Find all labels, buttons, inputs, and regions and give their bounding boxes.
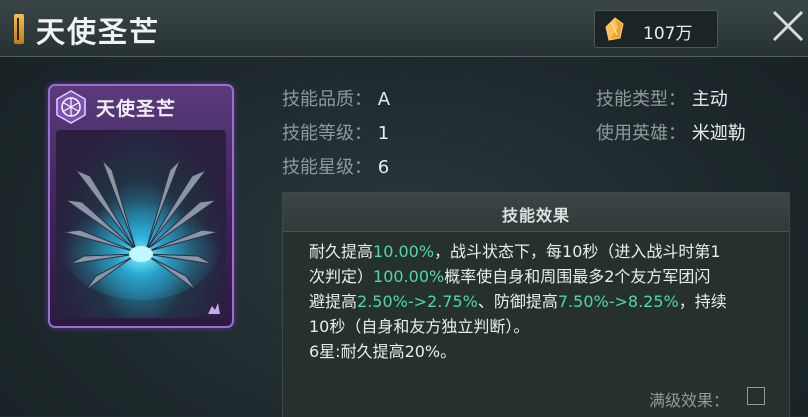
stat-hero-value: 米迦勒	[691, 123, 746, 144]
effect-line: 次判定）100.00%概率使自身和周围最多2个友方军团闪	[309, 267, 711, 286]
stat-hero: 使用英雄： 米迦勒	[596, 119, 746, 145]
effect-line: 避提高2.50%->2.75%、防御提高7.50%->8.25%，持续	[309, 292, 727, 311]
stat-star-value: 6	[377, 157, 390, 178]
effect-highlight: 100.00%	[373, 267, 445, 286]
effect-description: 耐久提高10.00%，战斗状态下，每10秒（进入战斗时第1 次判定）100.00…	[309, 239, 759, 364]
max-level-checkbox[interactable]	[747, 387, 765, 405]
stat-level: 技能等级： 1	[282, 119, 389, 145]
effect-line: 10秒（自身和友方独立判断）。	[309, 317, 530, 336]
stat-star-label: 技能星级：	[282, 157, 372, 178]
stat-level-label: 技能等级：	[282, 123, 372, 144]
card-artwork	[56, 130, 226, 318]
effect-title: 技能效果	[501, 206, 570, 225]
mechanical-wings-icon	[61, 159, 221, 300]
skill-effect-panel: 技能效果 耐久提高10.00%，战斗状态下，每10秒（进入战斗时第1 次判定）1…	[282, 192, 790, 417]
stat-quality-value: A	[377, 89, 391, 110]
stat-quality: 技能品质： A	[282, 85, 390, 111]
skill-card[interactable]: 天使圣芒	[48, 84, 234, 328]
stat-level-value: 1	[377, 123, 390, 144]
stat-star: 技能星级： 6	[282, 153, 389, 179]
stat-type: 技能类型： 主动	[596, 85, 728, 111]
stat-quality-label: 技能品质：	[282, 89, 372, 110]
stat-type-label: 技能类型：	[596, 89, 686, 110]
effect-header: 技能效果	[283, 193, 789, 232]
effect-line: 6星:耐久提高20%。	[309, 342, 457, 361]
hexagon-skill-icon	[56, 90, 86, 124]
currency-display[interactable]: 107万	[594, 10, 718, 48]
stat-hero-label: 使用英雄：	[596, 123, 686, 144]
effect-highlight: 2.50%->2.75%	[357, 292, 478, 311]
stat-type-value: 主动	[691, 89, 728, 110]
gold-crystal-icon	[605, 17, 624, 41]
effect-highlight: 7.50%->8.25%	[557, 292, 679, 311]
close-icon[interactable]	[760, 4, 808, 48]
currency-value: 107万	[643, 24, 693, 44]
page-title: 天使圣芒	[36, 15, 161, 49]
title-accent-bar	[14, 14, 24, 44]
effect-line: 耐久提高10.00%，战斗状态下，每10秒（进入战斗时第1	[309, 242, 721, 261]
card-title: 天使圣芒	[96, 98, 177, 120]
effect-highlight: 10.00%	[373, 242, 435, 261]
header-bar: 天使圣芒 107万	[0, 0, 808, 57]
rank-badge-icon	[208, 303, 220, 314]
max-level-label: 满级效果：	[649, 391, 730, 410]
